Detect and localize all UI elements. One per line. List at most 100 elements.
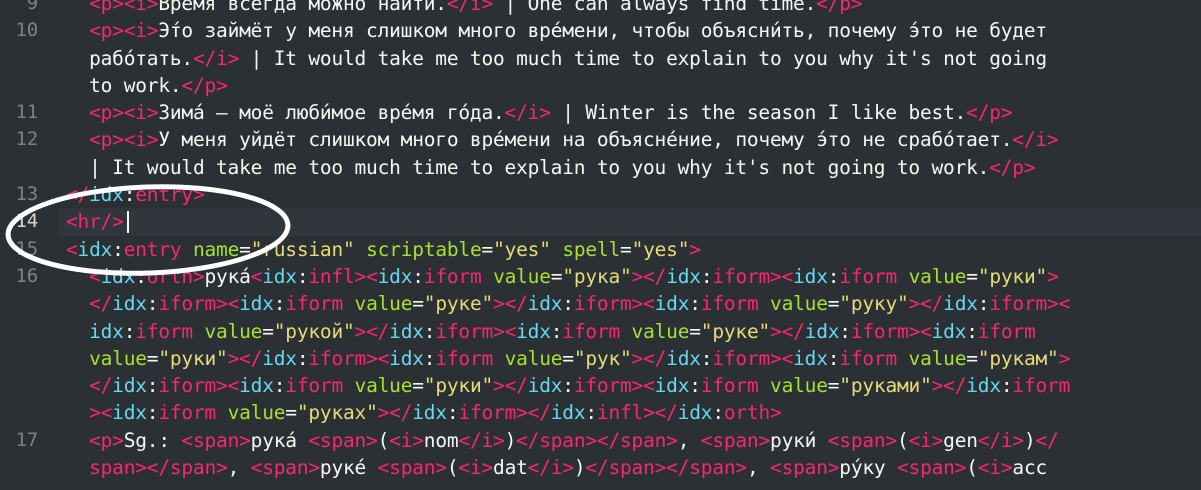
code-token: </i> <box>458 428 505 452</box>
code-token: = <box>285 401 297 425</box>
code-token: iform <box>285 292 355 316</box>
code-token: iform>< <box>850 319 932 343</box>
code-token: ></ <box>908 292 944 316</box>
code-token: idx <box>389 346 424 370</box>
line-number <box>0 454 58 481</box>
code-token: : <box>550 319 563 343</box>
code-token: : <box>146 292 159 316</box>
code-token: <span> <box>250 456 320 480</box>
code-token: : <box>296 346 309 370</box>
code-token: iform <box>135 319 205 343</box>
code-token: value <box>354 292 413 316</box>
code-token: idx <box>89 319 124 343</box>
code-token: ( <box>966 456 978 480</box>
code-line[interactable]: <p><i>У меня уйдёт слишком много вре́мен… <box>66 126 1196 153</box>
code-token: idx <box>793 264 828 288</box>
code-token: ></ <box>493 292 528 316</box>
code-token: ></ <box>227 346 263 370</box>
code-token: ></ <box>354 319 390 343</box>
code-token: : <box>123 319 136 343</box>
line-number: 13 <box>15 183 39 206</box>
code-token: </i> <box>527 456 574 480</box>
code-token: : <box>412 264 424 288</box>
code-token: infl></ <box>596 401 678 425</box>
code-area[interactable]: <p><i>Вре́мя всегда можно найти́.</i> | … <box>66 0 1196 481</box>
code-token: = <box>620 237 632 261</box>
code-token: value <box>354 374 413 398</box>
code-token: "руки" <box>158 346 228 370</box>
code-line[interactable]: </idx:iform><idx:iform value="руки"></id… <box>66 372 1196 399</box>
code-token: = <box>262 319 274 343</box>
code-token: </i> <box>504 101 551 125</box>
code-token: ( <box>896 428 909 452</box>
code-token: : <box>135 264 147 288</box>
code-token: <p><i> <box>66 0 159 15</box>
code-token: iform>< <box>158 292 240 316</box>
code-line[interactable]: </idx:entry> <box>66 181 1196 208</box>
code-line[interactable]: <p><i>Э́то займёт у меня слишком много в… <box>66 17 1196 44</box>
code-token: "рукой" <box>273 319 355 343</box>
line-number <box>0 72 58 99</box>
code-token: </ <box>1035 428 1059 452</box>
code-line[interactable]: </idx:iform><idx:iform value="руке"></id… <box>66 290 1196 317</box>
code-token: value <box>89 346 147 370</box>
code-token: gen <box>943 428 978 452</box>
line-number: 16 <box>15 264 39 287</box>
code-line[interactable]: <hr/> <box>66 208 1196 235</box>
code-token: "yes" <box>631 237 690 261</box>
code-line[interactable]: рабо́тать.</i> | It would take me too mu… <box>66 45 1196 72</box>
code-token: idx <box>112 292 147 316</box>
line-number-gutter[interactable]: 9 10 11 12 13 14 15 16 17 <box>0 0 58 490</box>
code-token: idx <box>239 374 274 398</box>
code-line[interactable]: <idx:entry name="russian" scriptable="ye… <box>66 236 1196 263</box>
line-number <box>0 45 58 72</box>
code-line[interactable]: idx:iform value="рукой"></idx:iform><idx… <box>66 318 1196 345</box>
code-token: iform <box>839 264 909 288</box>
code-line[interactable]: <idx:orth>рука́<idx:infl><idx:iform valu… <box>66 263 1196 290</box>
code-line[interactable]: ><idx:iform value="руках"></idx:iform></… <box>66 399 1196 426</box>
code-token: </p> <box>816 0 863 15</box>
code-line[interactable]: span></span>, <span>руке́ <span>(<i>dat<… <box>66 454 1196 481</box>
code-line[interactable]: | It would take me too much time to expl… <box>66 154 1196 181</box>
code-token: : <box>112 237 124 261</box>
code-token: idx <box>516 319 551 343</box>
code-token: > <box>1047 264 1059 288</box>
code-token: span></span> <box>66 456 228 480</box>
code-token: infl>< <box>308 264 378 288</box>
code-token: "рука" <box>562 264 632 288</box>
code-token: iform <box>158 401 228 425</box>
code-token: < <box>250 264 263 288</box>
code-token: Вре́мя всегда можно найти́. <box>158 0 447 15</box>
code-token: ></ <box>631 264 667 288</box>
code-token: : <box>966 319 978 343</box>
code-token: idx <box>550 401 586 425</box>
code-editor[interactable]: 9 10 11 12 13 14 15 16 17 <p><i>Вре́мя всегда мо… <box>0 0 1201 490</box>
code-line[interactable]: value="руки"></idx:iform><idx:iform valu… <box>66 345 1196 372</box>
code-line[interactable]: <p>Sg.: <span>рука́ <span>(<i>nom</i>)</… <box>66 427 1196 454</box>
code-token: <p><i> <box>66 101 159 125</box>
code-token: = <box>966 264 978 288</box>
code-token: value <box>227 401 286 425</box>
code-token: value <box>770 292 828 316</box>
code-token: : <box>839 319 851 343</box>
code-token: </p> <box>966 101 1013 125</box>
code-token: <i> <box>977 456 1013 480</box>
code-token: idx <box>389 319 424 343</box>
code-token: value <box>204 319 263 343</box>
code-token: orth> <box>146 264 205 288</box>
code-token: iform>< <box>573 292 655 316</box>
code-token: < <box>66 237 78 261</box>
code-token: рука́ <box>250 428 309 452</box>
code-token: idx <box>943 292 978 316</box>
code-token: name <box>192 237 240 261</box>
code-line[interactable]: <p><i>Зима́ — моё люби́мое вре́мя го́да.… <box>66 99 1196 126</box>
code-line[interactable]: to work.</p> <box>66 72 1196 99</box>
code-token: <hr/> <box>66 210 124 234</box>
line-number: 12 <box>15 128 39 151</box>
code-token: iform>< <box>989 292 1071 316</box>
text-cursor <box>126 211 129 234</box>
code-token: iform>< <box>712 346 794 370</box>
code-token: : <box>446 401 459 425</box>
code-line[interactable]: <p><i>Вре́мя всегда можно найти́.</i> | … <box>66 0 1196 17</box>
